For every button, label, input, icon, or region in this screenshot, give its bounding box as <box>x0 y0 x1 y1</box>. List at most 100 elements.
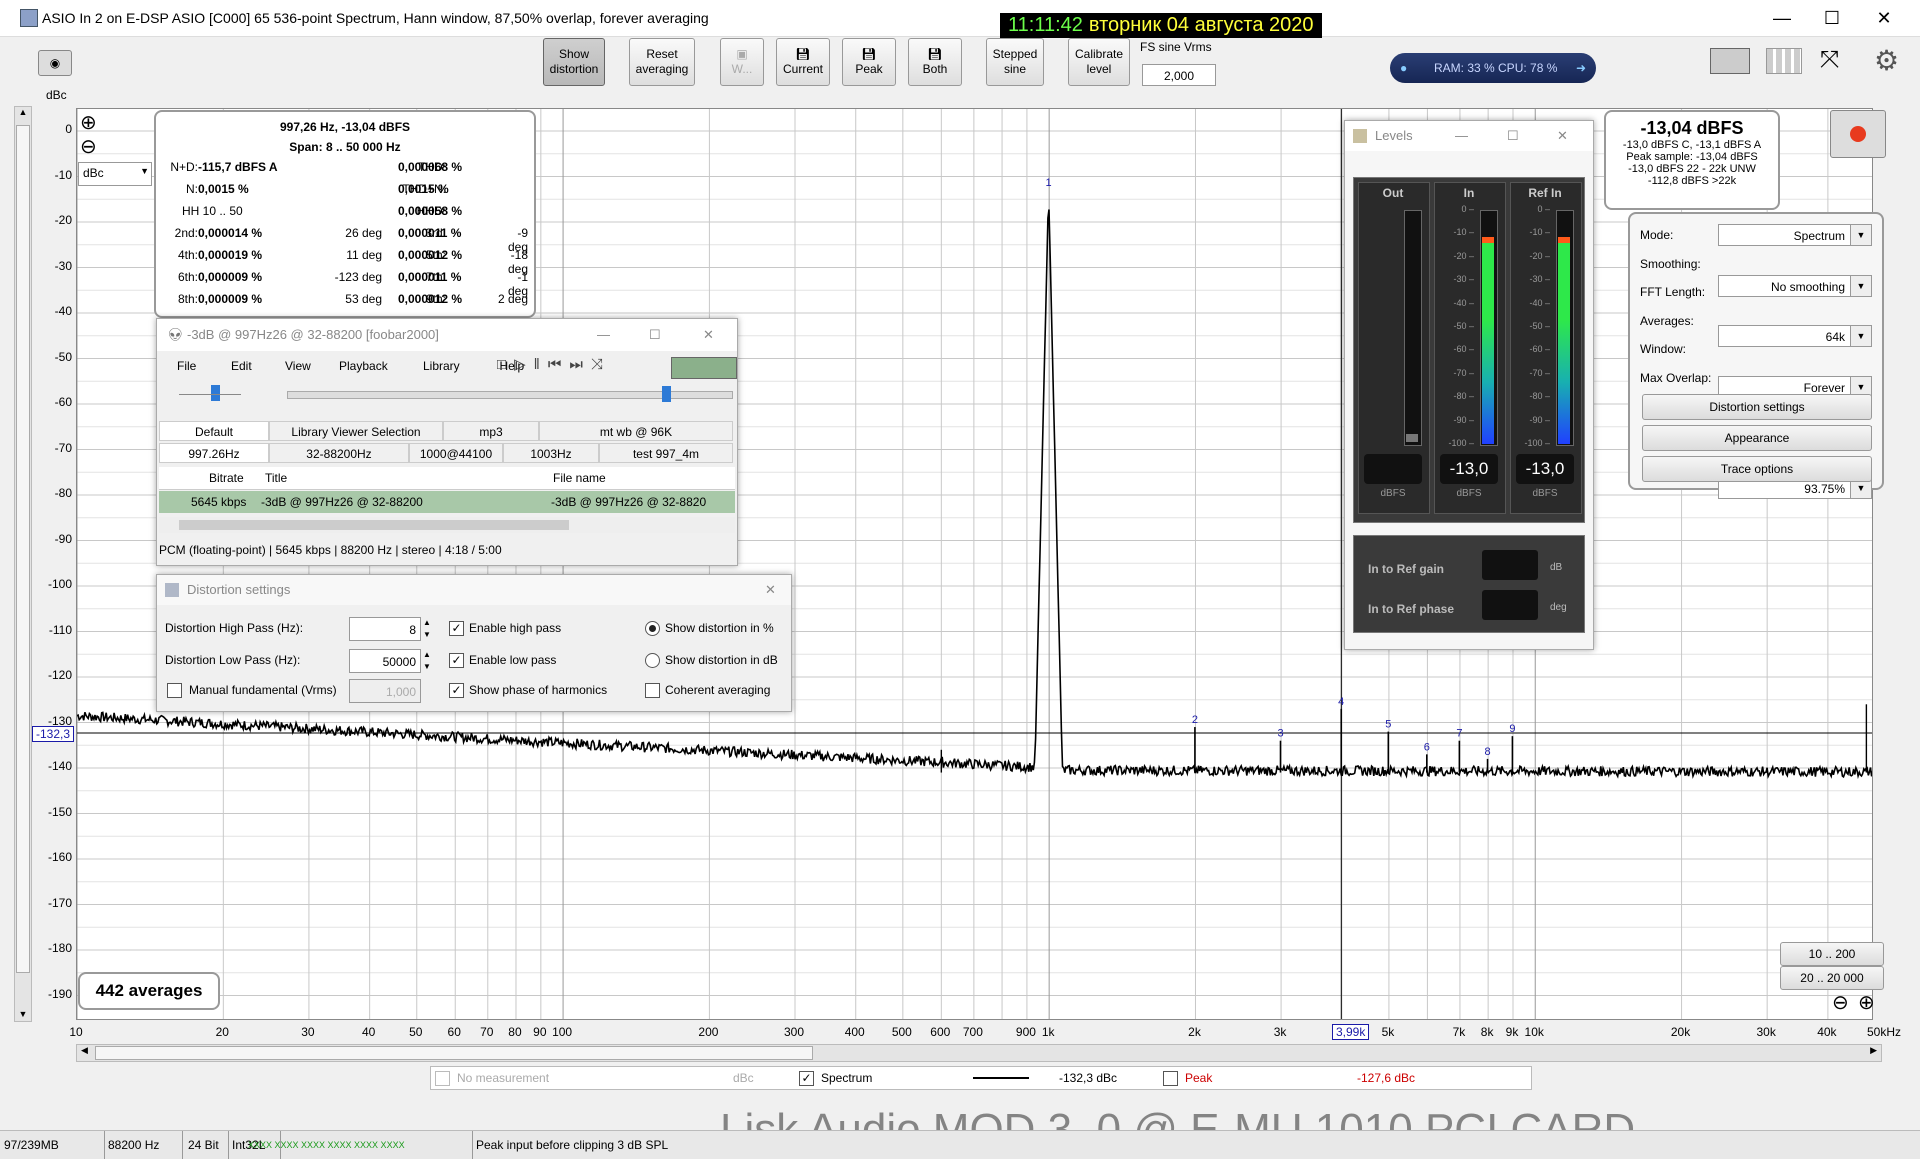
col-filename[interactable]: File name <box>553 471 606 485</box>
camera-icon[interactable]: ◉ <box>38 50 72 76</box>
playlist-tab[interactable]: 1000@44100 <box>409 443 503 463</box>
both-button[interactable]: 💾︎ Both <box>908 38 962 86</box>
nomeas-checkbox[interactable] <box>435 1071 450 1086</box>
phase-checkbox[interactable]: ✓ <box>449 683 464 698</box>
appearance-button[interactable]: Appearance <box>1642 425 1872 451</box>
scroll-thumb[interactable] <box>16 125 30 973</box>
close-icon[interactable]: ✕ <box>1862 6 1906 30</box>
reset-averaging-button[interactable]: Reset averaging <box>629 38 695 86</box>
hp-spinner[interactable]: ▲ ▼ <box>423 617 431 641</box>
zoom-out-icon[interactable]: ⊖ <box>80 134 97 159</box>
scroll-up-icon[interactable]: ▲ <box>15 107 31 117</box>
peak-checkbox[interactable] <box>1163 1071 1178 1086</box>
horizontal-scrollbar[interactable] <box>159 517 735 533</box>
db-radio[interactable] <box>645 653 660 668</box>
minimize-icon[interactable]: — <box>597 319 610 351</box>
setting-dropdown[interactable]: Spectrum <box>1718 224 1872 246</box>
close-icon[interactable]: ✕ <box>703 319 714 351</box>
manual-checkbox[interactable] <box>167 683 182 698</box>
trace-options-button[interactable]: Trace options <box>1642 456 1872 482</box>
menu-item[interactable]: File <box>177 359 196 373</box>
enable-hp-checkbox[interactable]: ✓ <box>449 621 464 636</box>
range-20-20000-button[interactable]: 20 .. 20 000 <box>1780 966 1884 990</box>
play-icon[interactable]: ▷ <box>514 356 534 373</box>
playlist-tab[interactable]: Library Viewer Selection <box>269 421 443 441</box>
summary-cell: 0,000019 % <box>198 248 263 262</box>
maximize-icon[interactable]: ☐ <box>649 319 661 351</box>
layout-icon[interactable] <box>1710 48 1750 74</box>
gear-icon[interactable]: ⚙ <box>1874 44 1899 77</box>
current-button[interactable]: 💾︎ Current <box>776 38 830 86</box>
prev-icon[interactable]: ⏮︎ <box>548 356 570 373</box>
menu-item[interactable]: Playback <box>339 359 388 373</box>
seek-bar[interactable] <box>287 386 733 402</box>
playlist-tab[interactable]: test 997_4m <box>599 443 733 463</box>
summary-header: 997,26 Hz, -13,04 dBFS <box>279 120 411 134</box>
playlist-tab[interactable]: 997.26Hz <box>159 443 269 463</box>
volume-thumb[interactable] <box>211 385 220 401</box>
menu-item[interactable]: View <box>285 359 311 373</box>
stop-icon[interactable]: □ <box>497 356 514 373</box>
setting-dropdown[interactable]: No smoothing <box>1718 274 1872 297</box>
scroll-thumb[interactable] <box>179 520 569 530</box>
playlist-tab[interactable]: Default <box>159 421 269 441</box>
status-pattern: XXXX XXXX XXXX XXXX XXXX XXXX <box>244 1131 473 1159</box>
settings-rows: Mode: Spectrum Smoothing: No smoothing FFT L… <box>1630 214 1882 499</box>
playlist-tab[interactable]: 1003Hz <box>503 443 599 463</box>
meters-area: Out dBFS In 0 – -10 – -20 – -30 – -40 – -50 – -60… <box>1353 177 1585 523</box>
playlist-tab[interactable]: mt wb @ 96K <box>539 421 733 441</box>
zoom-in-icon[interactable]: ⊕ <box>80 110 97 135</box>
lp-spinner[interactable]: ▲ ▼ <box>423 649 431 673</box>
menu-item[interactable]: Edit <box>231 359 252 373</box>
w-button[interactable]: ▣ W... <box>720 38 764 86</box>
lp-input[interactable]: 50000 <box>349 649 421 673</box>
stepped-sine-button[interactable]: Stepped sine <box>986 38 1044 86</box>
y-unit-select-value: dBc <box>83 166 104 180</box>
setting-dropdown[interactable]: 64k <box>1718 325 1872 347</box>
menu-item[interactable]: Library <box>423 359 460 373</box>
record-button[interactable] <box>1830 110 1886 158</box>
playlist-tab[interactable]: mp3 <box>443 421 539 441</box>
hp-input[interactable]: 8 <box>349 617 421 641</box>
col-title[interactable]: Title <box>265 471 287 485</box>
scroll-thumb[interactable] <box>95 1046 813 1060</box>
close-icon[interactable]: ✕ <box>765 575 776 605</box>
zoom-out-icon[interactable]: ⊖ <box>1832 990 1849 1015</box>
col-bitrate[interactable]: Bitrate <box>209 471 244 485</box>
y-unit-select[interactable]: dBc ▼ <box>78 162 152 186</box>
arrow-right-icon[interactable]: ➜ <box>1576 53 1586 83</box>
zoom-in-icon[interactable]: ⊕ <box>1858 990 1875 1015</box>
next-icon[interactable]: ⏭︎ <box>569 356 591 373</box>
mic-icon: ● <box>1400 61 1408 75</box>
maximize-icon[interactable]: ☐ <box>1507 121 1519 151</box>
spectrum-checkbox[interactable]: ✓ <box>799 1071 814 1086</box>
pause-icon[interactable]: ‖ <box>534 356 548 373</box>
minimize-icon[interactable]: — <box>1455 121 1468 151</box>
seek-thumb[interactable] <box>662 386 671 402</box>
close-icon[interactable]: ✕ <box>1557 121 1568 151</box>
pct-radio[interactable] <box>645 621 660 636</box>
peak-button[interactable]: 💾︎ Peak <box>842 38 896 86</box>
playlist-row[interactable]: 5645 kbps -3dB @ 997Hz26 @ 32-88200 -3dB… <box>159 491 735 513</box>
scroll-right-icon[interactable]: ▶ <box>1870 1045 1877 1056</box>
calibrate-level-button[interactable]: Calibrate level <box>1068 38 1130 86</box>
distortion-settings-button[interactable]: Distortion settings <box>1642 394 1872 420</box>
coherent-checkbox[interactable] <box>645 683 660 698</box>
visualization-bar <box>671 357 737 379</box>
graph-horizontal-scrollbar[interactable]: ◀ ▶ <box>76 1044 1882 1062</box>
scroll-down-icon[interactable]: ▼ <box>15 1009 31 1019</box>
minimize-icon[interactable]: — <box>1760 6 1804 30</box>
columns-icon[interactable] <box>1766 48 1802 74</box>
scroll-left-icon[interactable]: ◀ <box>81 1045 88 1056</box>
volume-slider[interactable] <box>179 385 241 401</box>
maximize-icon[interactable]: ☐ <box>1810 6 1854 30</box>
vertical-scrollbar[interactable]: ▲ ▼ <box>14 106 32 1022</box>
random-icon[interactable]: ⤨ <box>591 356 611 373</box>
fit-icon[interactable]: ⤧ <box>1820 46 1839 74</box>
range-10-200-button[interactable]: 10 .. 200 <box>1780 942 1884 966</box>
fs-input[interactable]: 2,000 <box>1142 64 1216 86</box>
show-distortion-button[interactable]: Show distortion <box>543 38 605 86</box>
ref-gain-value <box>1482 550 1538 580</box>
playlist-tab[interactable]: 32-88200Hz <box>269 443 409 463</box>
enable-lp-checkbox[interactable]: ✓ <box>449 653 464 668</box>
